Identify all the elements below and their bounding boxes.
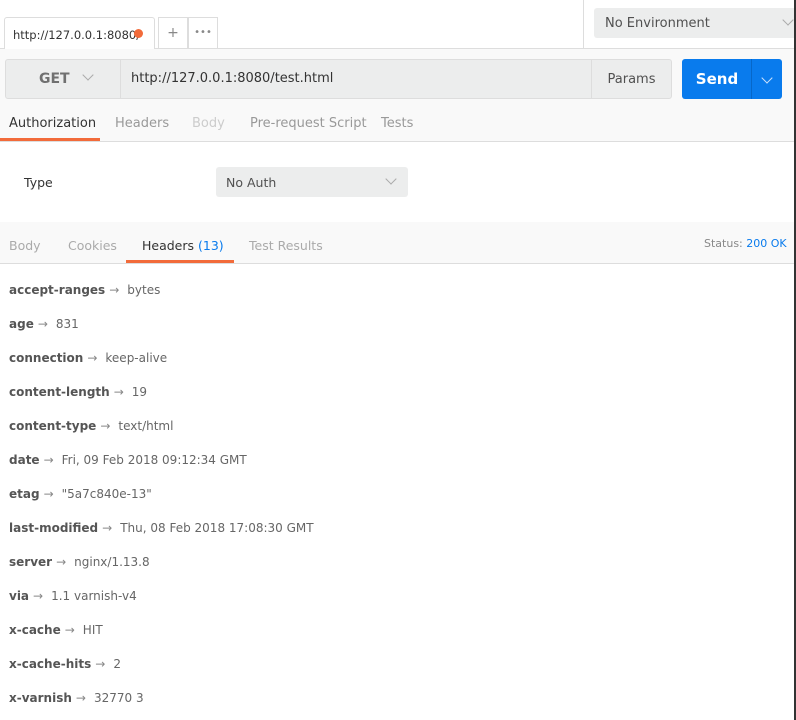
response-tab-test-results[interactable]: Test Results	[249, 238, 323, 253]
unsaved-dot-icon	[134, 29, 143, 38]
header-key: x-cache-hits	[9, 657, 92, 671]
header-value: text/html	[118, 419, 174, 433]
auth-type-value: No Auth	[226, 175, 277, 190]
header-value: Fri, 09 Feb 2018 09:12:34 GMT	[61, 453, 247, 467]
response-tab-headers[interactable]: Headers (13)	[142, 238, 224, 253]
header-row: content-length → 19	[9, 385, 147, 399]
tab-headers[interactable]: Headers	[115, 116, 169, 131]
environment-select[interactable]: No Environment	[594, 8, 796, 38]
header-row: accept-ranges → bytes	[9, 283, 160, 297]
more-tabs-button[interactable]: •••	[188, 17, 218, 48]
send-button[interactable]: Send	[682, 59, 752, 99]
header-row: connection → keep-alive	[9, 351, 167, 365]
new-tab-button[interactable]: +	[158, 17, 188, 48]
header-key: x-cache	[9, 623, 61, 637]
header-value: 32770 3	[93, 691, 144, 705]
header-key: etag	[9, 487, 40, 501]
method-value: GET	[39, 71, 70, 87]
arrow-icon: →	[56, 555, 67, 569]
status: Status: 200 OK	[704, 237, 787, 250]
auth-type-label: Type	[24, 175, 53, 190]
send-dropdown-button[interactable]	[751, 59, 782, 99]
tab-body[interactable]: Body	[192, 116, 225, 131]
header-key: x-varnish	[9, 691, 72, 705]
arrow-icon: →	[75, 691, 86, 705]
header-value: "5a7c840e-13"	[61, 487, 152, 501]
arrow-icon: →	[43, 487, 54, 501]
environment-value: No Environment	[605, 16, 710, 31]
header-value: 1.1 varnish-v4	[51, 589, 137, 603]
chevron-down-icon	[761, 72, 773, 84]
header-value: 2	[113, 657, 121, 671]
tab-tests[interactable]: Tests	[381, 116, 413, 131]
arrow-icon: →	[37, 317, 48, 331]
tab-authorization[interactable]: Authorization	[9, 116, 96, 131]
header-key: connection	[9, 351, 84, 365]
chevron-down-icon	[81, 69, 94, 81]
method-select[interactable]: GET	[5, 59, 121, 99]
response-tab-bar	[0, 222, 796, 264]
headers-count: (13)	[198, 238, 224, 253]
divider	[583, 0, 584, 48]
request-tab[interactable]: http://127.0.0.1:8080/	[4, 17, 155, 49]
response-tab-cookies[interactable]: Cookies	[68, 238, 117, 253]
arrow-icon: →	[113, 385, 124, 399]
header-row: last-modified → Thu, 08 Feb 2018 17:08:30 …	[9, 521, 314, 535]
request-tab-title: http://127.0.0.1:8080/	[13, 28, 141, 42]
header-value: Thu, 08 Feb 2018 17:08:30 GMT	[120, 521, 314, 535]
arrow-icon: →	[95, 657, 106, 671]
arrow-icon: →	[109, 283, 120, 297]
status-label: Status:	[704, 237, 743, 250]
header-value: nginx/1.13.8	[74, 555, 150, 569]
header-key: via	[9, 589, 30, 603]
header-key: server	[9, 555, 53, 569]
header-key: date	[9, 453, 40, 467]
header-key: accept-ranges	[9, 283, 106, 297]
params-button[interactable]: Params	[591, 59, 672, 99]
header-value: keep-alive	[105, 351, 168, 365]
url-input[interactable]: http://127.0.0.1:8080/test.html	[121, 59, 591, 99]
header-row: x-cache-hits → 2	[9, 657, 121, 671]
arrow-icon: →	[33, 589, 44, 603]
tab-pre-request-script[interactable]: Pre-request Script	[250, 116, 367, 131]
arrow-icon: →	[87, 351, 98, 365]
header-value: bytes	[127, 283, 161, 297]
chevron-down-icon	[385, 173, 397, 185]
active-tab-indicator	[126, 260, 234, 263]
arrow-icon: →	[64, 623, 75, 637]
header-key: content-type	[9, 419, 97, 433]
header-key: content-length	[9, 385, 110, 399]
header-row: age → 831	[9, 317, 79, 331]
header-row: date → Fri, 09 Feb 2018 09:12:34 GMT	[9, 453, 247, 467]
header-value: 19	[131, 385, 148, 399]
status-value: 200 OK	[746, 237, 787, 250]
auth-type-select[interactable]: No Auth	[216, 167, 408, 197]
headers-label: Headers	[142, 238, 195, 253]
header-value: HIT	[82, 623, 103, 637]
arrow-icon: →	[100, 419, 111, 433]
header-row: x-varnish → 32770 3	[9, 691, 144, 705]
chevron-down-icon	[782, 14, 794, 26]
header-row: etag → "5a7c840e-13"	[9, 487, 152, 501]
header-key: age	[9, 317, 34, 331]
header-row: via → 1.1 varnish-v4	[9, 589, 137, 603]
arrow-icon: →	[102, 521, 113, 535]
header-row: content-type → text/html	[9, 419, 173, 433]
arrow-icon: →	[43, 453, 54, 467]
header-row: x-cache → HIT	[9, 623, 103, 637]
header-key: last-modified	[9, 521, 99, 535]
header-value: 831	[55, 317, 79, 331]
header-row: server → nginx/1.13.8	[9, 555, 150, 569]
response-tab-body[interactable]: Body	[9, 238, 41, 253]
